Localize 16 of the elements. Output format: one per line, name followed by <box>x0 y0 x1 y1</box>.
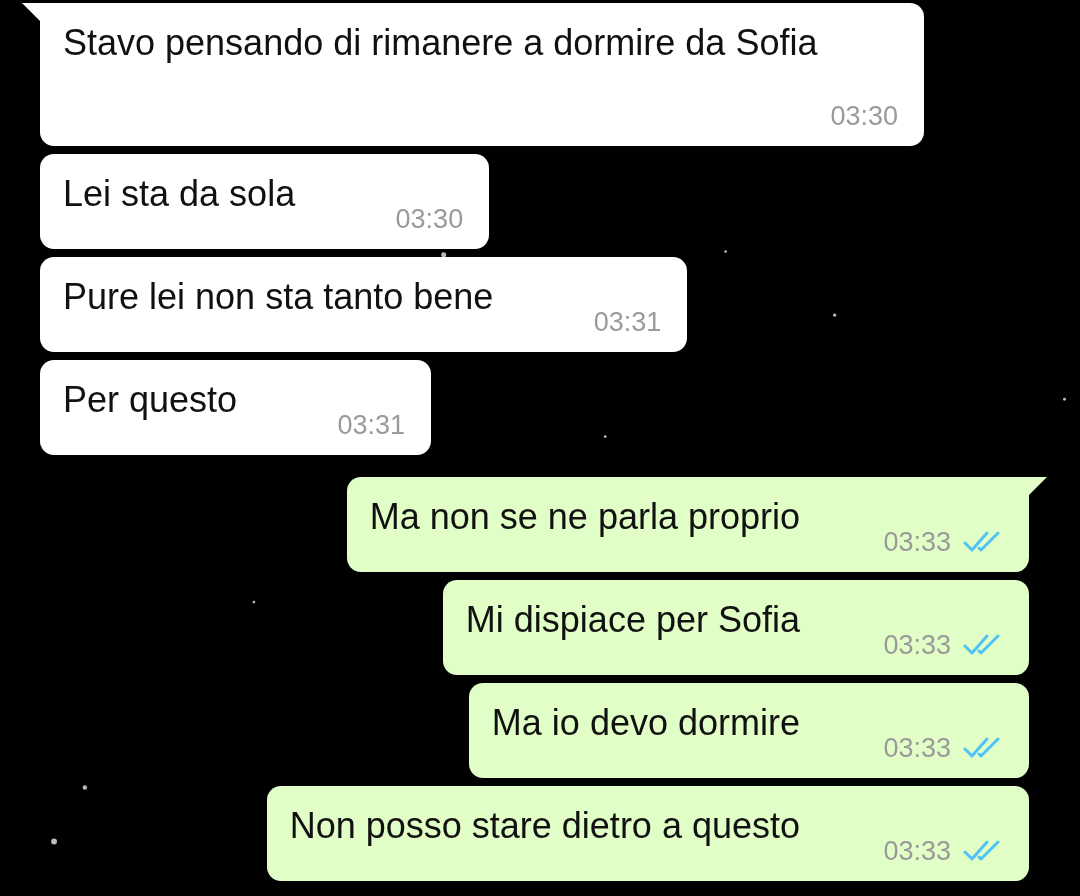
message-text: Per questo <box>63 379 238 420</box>
message-time: 03:33 <box>883 629 951 661</box>
message-time: 03:31 <box>593 306 662 338</box>
message-text: Pure lei non sta tanto bene <box>63 276 494 317</box>
message-time: 03:33 <box>883 835 951 867</box>
message-time: 03:31 <box>337 409 406 441</box>
message-text: Ma non se ne parla proprio <box>369 496 800 537</box>
message-text: Mi dispiace per Sofia <box>465 599 800 640</box>
message-time: 03:30 <box>830 100 898 132</box>
message-time: 03:33 <box>883 732 951 764</box>
message-text: Lei sta da sola <box>63 173 296 214</box>
message-time: 03:33 <box>883 526 951 558</box>
message-time: 03:30 <box>395 203 464 235</box>
message-text: Ma io devo dormire <box>491 702 800 743</box>
message-text: Non posso stare dietro a questo <box>289 805 800 846</box>
message-text: Stavo pensando di rimanere a dormire da Sofia <box>63 22 818 63</box>
